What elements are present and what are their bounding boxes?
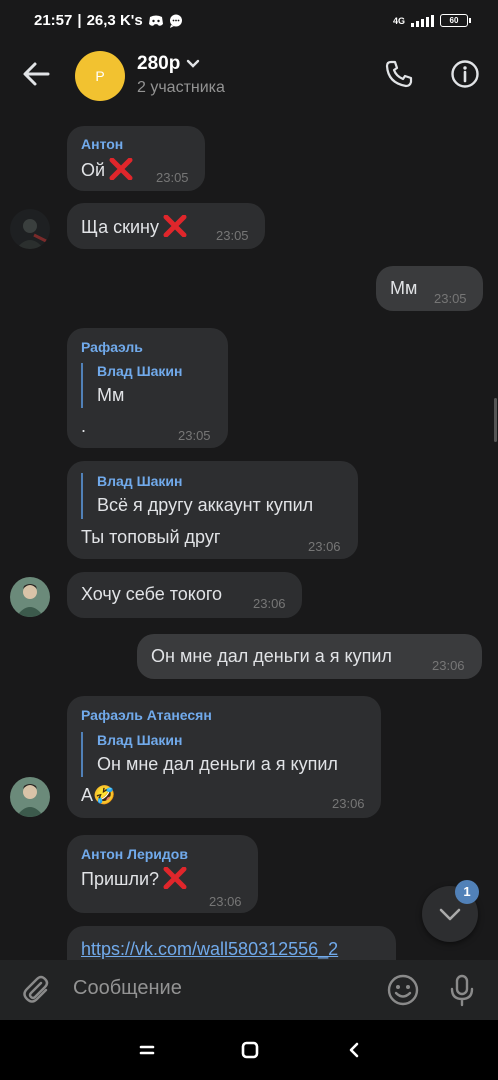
battery-icon: 60	[440, 14, 471, 27]
chat-bubble-icon	[169, 14, 182, 28]
info-icon[interactable]	[450, 59, 480, 89]
message-time: 23:06	[332, 796, 365, 811]
user-avatar[interactable]	[10, 209, 50, 249]
smiley-icon[interactable]	[386, 973, 420, 1007]
message-text: .	[81, 416, 87, 436]
user-avatar[interactable]	[10, 777, 50, 817]
message-bubble-outgoing[interactable]: Мм 23:05	[376, 266, 483, 311]
chat-header: Р 280р 2 участника	[0, 44, 498, 106]
paperclip-icon[interactable]	[20, 974, 52, 1006]
red-cross-emoji-icon	[163, 867, 187, 889]
message-sender: Антон Леридов	[81, 846, 188, 862]
status-speed: 26,3 K's	[86, 12, 143, 29]
chat-subtitle: 2 участника	[137, 79, 225, 96]
microphone-icon[interactable]	[446, 973, 478, 1007]
message-bubble[interactable]: Антон Леридов Пришли? 23:06	[67, 835, 258, 913]
message-text: Мм	[390, 278, 418, 298]
message-time: 23:05	[178, 428, 211, 443]
system-nav-bar	[0, 1020, 498, 1080]
reply-text: Всё я другу аккаунт купил	[97, 495, 314, 515]
reply-author: Влад Шакин	[97, 732, 183, 748]
message-sender: Рафаэль Атанесян	[81, 707, 212, 723]
message-time: 23:06	[253, 596, 286, 611]
user-avatar[interactable]	[10, 577, 50, 617]
message-time: 23:06	[209, 894, 242, 909]
message-time: 23:06	[432, 658, 465, 673]
message-bubble[interactable]: Влад Шакин Всё я другу аккаунт купил Ты …	[67, 461, 358, 559]
reply-quote[interactable]: Влад Шакин Он мне дал деньги а я купил	[81, 732, 368, 777]
reply-quote[interactable]: Влад Шакин Всё я другу аккаунт купил	[81, 473, 343, 519]
message-time: 23:05	[156, 170, 189, 185]
message-bubble[interactable]: Хочу себе токого 23:06	[67, 572, 302, 618]
phone-icon[interactable]	[384, 59, 414, 89]
signal-icon	[411, 14, 434, 27]
message-text: Пришли?	[81, 867, 187, 890]
message-bubble[interactable]: Ща скину 23:05	[67, 203, 265, 249]
status-time: 21:57	[34, 12, 73, 29]
reply-text: Мм	[97, 385, 125, 405]
red-cross-emoji-icon	[109, 158, 133, 180]
message-text: Ты топовый друг	[81, 527, 221, 547]
message-time: 23:05	[434, 291, 467, 306]
message-text: Ой	[81, 158, 133, 181]
message-text: А🤣	[81, 785, 116, 805]
menu-icon[interactable]	[135, 1038, 159, 1062]
message-link[interactable]: https://vk.com/wall580312556_2	[81, 939, 338, 960]
message-bubble-outgoing[interactable]: Он мне дал деньги а я купил 23:06	[137, 634, 482, 679]
chat-title[interactable]: 280р	[137, 53, 200, 75]
message-sender: Антон	[81, 136, 124, 152]
message-time: 23:05	[216, 228, 249, 243]
message-bubble[interactable]: Антон Ой 23:05	[67, 126, 205, 191]
message-bubble[interactable]: Рафаэль Влад Шакин Мм . 23:05	[67, 328, 228, 448]
message-text: Ща скину	[81, 215, 187, 238]
home-icon[interactable]	[238, 1038, 262, 1062]
reply-quote[interactable]: Влад Шакин Мм	[81, 363, 213, 408]
unread-badge: 1	[455, 880, 479, 904]
message-text: Он мне дал деньги а я купил	[151, 646, 392, 666]
back-arrow-icon[interactable]	[20, 60, 52, 88]
reply-author: Влад Шакин	[97, 473, 183, 489]
reply-author: Влад Шакин	[97, 363, 183, 379]
message-time: 23:06	[308, 539, 341, 554]
message-input[interactable]: Сообщение	[73, 977, 182, 1000]
message-text: Хочу себе токого	[81, 584, 223, 604]
red-cross-emoji-icon	[163, 215, 187, 237]
chat-avatar[interactable]: Р	[75, 51, 125, 101]
status-bar: 21:57 | 26,3 K's 4G 60	[0, 0, 498, 44]
message-bubble[interactable]: Рафаэль Атанесян Влад Шакин Он мне дал д…	[67, 696, 381, 818]
reply-text: Он мне дал деньги а я купил	[97, 754, 338, 774]
discord-icon	[148, 15, 163, 26]
scrollbar[interactable]	[494, 398, 497, 442]
back-icon[interactable]	[342, 1038, 366, 1062]
message-sender: Рафаэль	[81, 339, 143, 355]
chevron-down-icon	[187, 59, 200, 68]
message-composer: Сообщение	[0, 960, 498, 1020]
network-type: 4G	[392, 15, 405, 26]
